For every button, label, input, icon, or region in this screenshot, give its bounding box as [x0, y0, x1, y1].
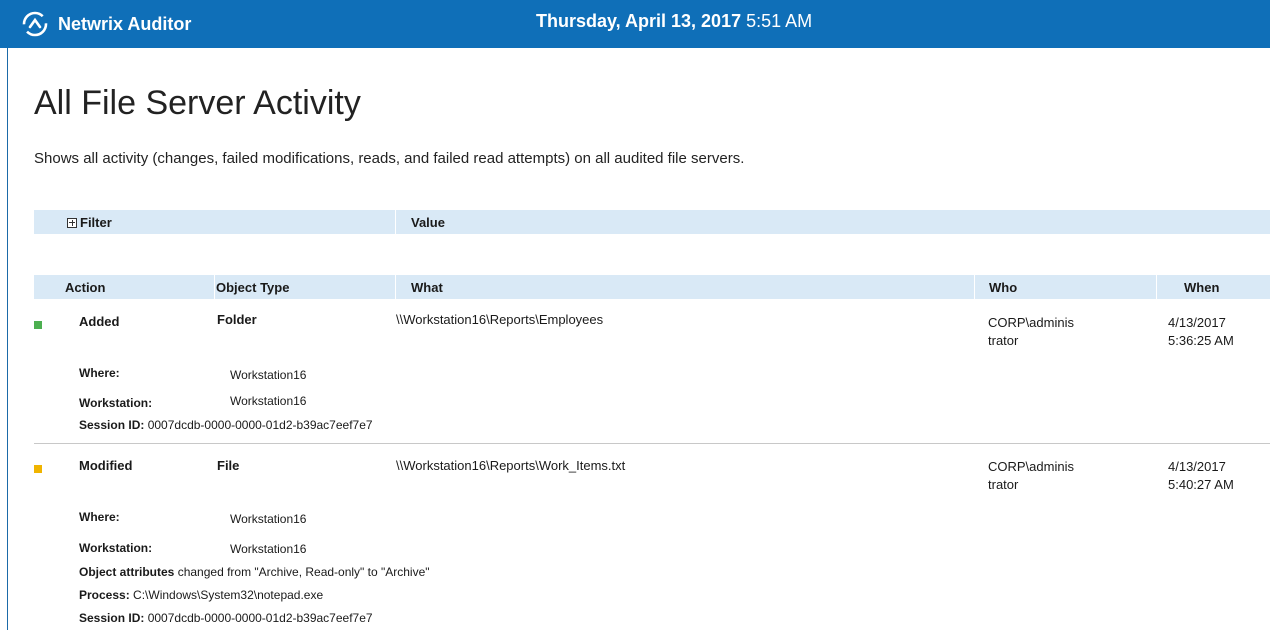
- record-object-type: File: [217, 458, 240, 473]
- record-object-type: Folder: [217, 312, 257, 327]
- workstation-label: Workstation:: [79, 396, 153, 410]
- left-border: [7, 48, 8, 630]
- where-value: Workstation16: [230, 368, 307, 382]
- record-what: \\Workstation16\Reports\Work_Items.txt: [396, 458, 626, 473]
- attributes-change-text: changed from "Archive, Read-only" to "Ar…: [177, 565, 430, 579]
- column-header-what[interactable]: What: [411, 280, 443, 295]
- workstation-value: Workstation16: [230, 542, 307, 556]
- process-value: C:\Windows\System32\notepad.exe: [133, 588, 324, 602]
- attributes-change-line: Object attributes changed from "Archive,…: [79, 565, 430, 579]
- column-separator: [395, 275, 396, 299]
- attributes-label: Object attributes: [79, 565, 175, 579]
- netwrix-logo-icon: [22, 11, 48, 37]
- where-label: Where:: [79, 366, 120, 380]
- change-type-marker-added: [34, 321, 42, 329]
- session-id-line: Session ID: 0007dcdb-0000-0000-01d2-b39a…: [79, 611, 373, 625]
- report-description: Shows all activity (changes, failed modi…: [34, 150, 745, 167]
- record-what: \\Workstation16\Reports\Employees: [396, 312, 604, 327]
- report-date: Thursday, April 13, 2017: [536, 11, 742, 31]
- record-when-date: 4/13/2017: [1168, 315, 1226, 330]
- report-datetime: Thursday, April 13, 2017 5:51 AM: [536, 11, 812, 32]
- filter-header-row: Filter Value: [34, 210, 1270, 234]
- record-who-line2: trator: [988, 333, 1019, 348]
- value-column-label: Value: [411, 215, 445, 230]
- record-when-date: 4/13/2017: [1168, 459, 1226, 474]
- record-when-time: 5:40:27 AM: [1168, 477, 1234, 492]
- workstation-value: Workstation16: [230, 394, 307, 408]
- session-id-value: 0007dcdb-0000-0000-01d2-b39ac7eef7e7: [147, 418, 373, 432]
- column-separator: [214, 275, 215, 299]
- where-value: Workstation16: [230, 512, 307, 526]
- record-who-line2: trator: [988, 477, 1019, 492]
- change-type-marker-modified: [34, 465, 42, 473]
- column-separator: [1156, 275, 1157, 299]
- record-action: Modified: [79, 458, 133, 473]
- workstation-label: Workstation:: [79, 541, 153, 555]
- record-who-line1: CORP\adminis: [988, 459, 1074, 474]
- session-id-line: Session ID: 0007dcdb-0000-0000-01d2-b39a…: [79, 418, 373, 432]
- app-name: Netwrix Auditor: [58, 13, 192, 34]
- record-when-time: 5:36:25 AM: [1168, 333, 1234, 348]
- brand: Netwrix Auditor: [22, 11, 191, 37]
- record-action: Added: [79, 314, 120, 329]
- record-divider: [34, 443, 1270, 444]
- report-time: 5:51 AM: [746, 11, 813, 31]
- filter-expand-toggle[interactable]: Filter: [67, 215, 112, 230]
- process-line: Process: C:\Windows\System32\notepad.exe: [79, 588, 323, 602]
- session-id-label: Session ID:: [79, 611, 145, 625]
- app-header-bar: Netwrix Auditor Thursday, April 13, 2017…: [0, 0, 1270, 48]
- where-label: Where:: [79, 510, 120, 524]
- record-who-line1: CORP\adminis: [988, 315, 1074, 330]
- column-header-action[interactable]: Action: [65, 280, 105, 295]
- column-header-who[interactable]: Who: [989, 280, 1017, 295]
- column-separator: [974, 275, 975, 299]
- session-id-value: 0007dcdb-0000-0000-01d2-b39ac7eef7e7: [147, 611, 373, 625]
- expand-plus-icon[interactable]: [67, 217, 77, 228]
- page-title: All File Server Activity: [34, 84, 361, 122]
- filter-column-label: Filter: [80, 215, 112, 230]
- session-id-label: Session ID:: [79, 418, 145, 432]
- results-header-row: Action Object Type What Who When: [34, 275, 1270, 299]
- column-header-when[interactable]: When: [1184, 280, 1219, 295]
- process-label: Process:: [79, 588, 130, 602]
- column-header-object-type[interactable]: Object Type: [216, 280, 289, 295]
- column-separator: [395, 210, 396, 234]
